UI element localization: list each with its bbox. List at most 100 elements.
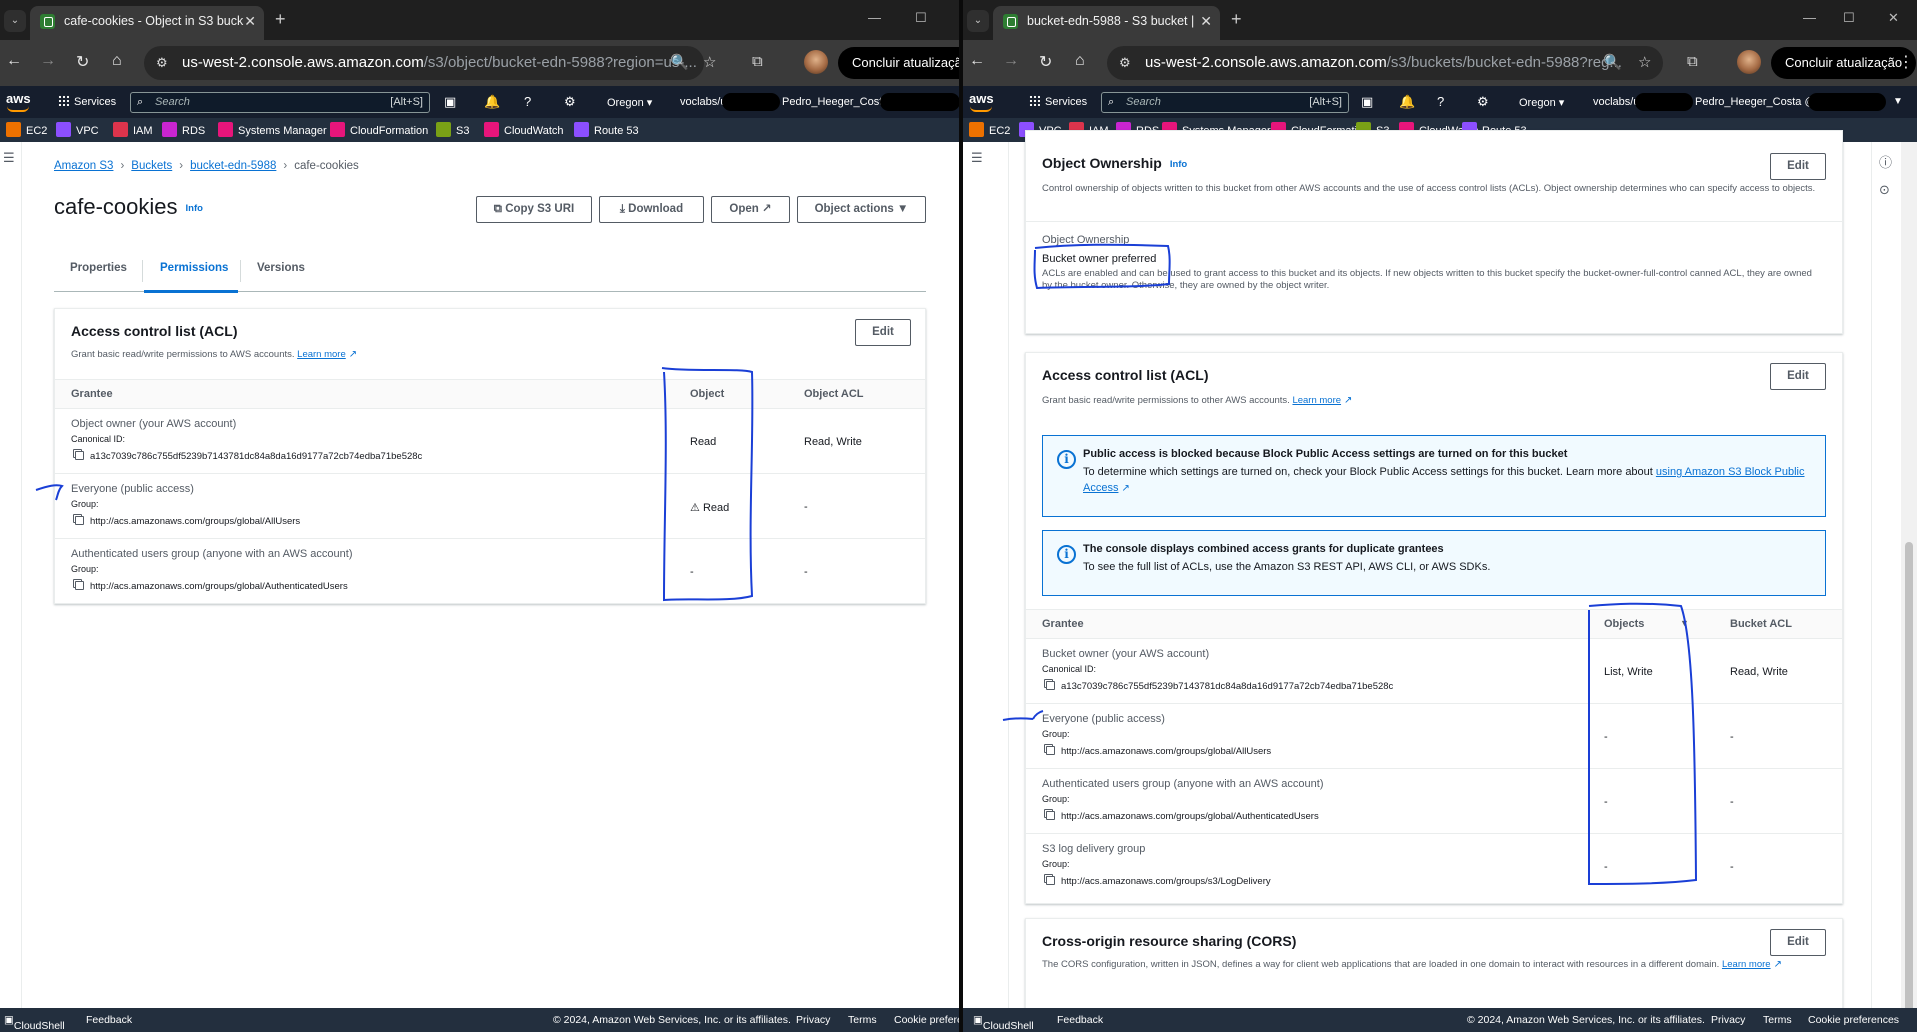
tab-properties[interactable]: Properties bbox=[70, 262, 127, 274]
terms-link[interactable]: Terms bbox=[1763, 1014, 1792, 1026]
notifications-bell-icon[interactable]: 🔔 bbox=[484, 94, 500, 110]
favorite-iam[interactable]: IAM bbox=[113, 122, 153, 137]
back-icon[interactable]: ← bbox=[969, 52, 985, 70]
copy-icon[interactable] bbox=[1046, 681, 1055, 690]
account-name[interactable]: Pedro_Heeger_Costa @ bbox=[1695, 96, 1816, 108]
update-button[interactable]: Concluir atualização bbox=[1771, 47, 1917, 79]
sort-caret-icon[interactable]: ▼ bbox=[1680, 618, 1689, 628]
extensions-icon[interactable]: ⧉ bbox=[752, 53, 763, 70]
grantee-group-value[interactable]: http://acs.amazonaws.com/groups/global/A… bbox=[1046, 746, 1271, 757]
copy-icon[interactable] bbox=[75, 581, 84, 590]
cookie-preferences-link[interactable]: Cookie preferer bbox=[894, 1014, 959, 1026]
services-menu[interactable]: Services bbox=[1029, 95, 1087, 108]
feedback-link[interactable]: Feedback bbox=[86, 1014, 132, 1026]
forward-icon[interactable]: → bbox=[40, 52, 56, 70]
close-icon[interactable]: ✕ bbox=[244, 6, 256, 36]
home-icon[interactable]: ⌂ bbox=[1075, 52, 1085, 70]
site-info-icon[interactable]: ⚙ bbox=[156, 46, 168, 80]
close-icon[interactable]: ✕ bbox=[1200, 6, 1212, 36]
scrollbar[interactable] bbox=[1901, 142, 1917, 1022]
download-button[interactable]: ⤓ Download bbox=[599, 196, 704, 223]
favorite-ec2[interactable]: EC2 bbox=[969, 122, 1010, 137]
search-input[interactable]: ⌕ Search [Alt+S] bbox=[130, 92, 430, 113]
acl-edit-button[interactable]: Edit bbox=[1770, 363, 1826, 390]
new-tab-icon[interactable]: + bbox=[275, 9, 286, 30]
help-icon[interactable]: ? bbox=[1437, 94, 1444, 109]
learn-more-link[interactable]: Learn more bbox=[1292, 395, 1341, 406]
favorite-rds[interactable]: RDS bbox=[162, 122, 205, 137]
url-field[interactable]: ⚙ us-west-2.console.aws.amazon.com/s3/ob… bbox=[144, 46, 704, 80]
maximize-icon[interactable]: ☐ bbox=[1843, 10, 1855, 26]
scrollbar-thumb[interactable] bbox=[1905, 542, 1913, 1022]
favorite-systems-manager[interactable]: Systems Manager bbox=[218, 122, 327, 137]
copy-icon[interactable] bbox=[1046, 876, 1055, 885]
settings-gear-icon[interactable]: ⚙ bbox=[564, 94, 576, 110]
caret-down-icon[interactable]: ▼ bbox=[1893, 96, 1903, 107]
breadcrumb-bucket[interactable]: bucket-edn-5988 bbox=[190, 160, 276, 172]
grantee-group-value[interactable]: http://acs.amazonaws.com/groups/global/A… bbox=[1046, 811, 1319, 822]
grantee-group-value[interactable]: http://acs.amazonaws.com/groups/global/A… bbox=[75, 516, 300, 527]
favorite-s3[interactable]: S3 bbox=[436, 122, 469, 137]
object-actions-button[interactable]: Object actions ▼ bbox=[797, 196, 926, 223]
region-selector[interactable]: Oregon ▾ bbox=[607, 96, 652, 109]
copy-s3-uri-button[interactable]: ⧉ Copy S3 URI bbox=[476, 196, 592, 223]
ownership-edit-button[interactable]: Edit bbox=[1770, 153, 1826, 180]
cloudshell-link[interactable]: ▣ CloudShell bbox=[4, 1014, 65, 1032]
favorite-cloudformation[interactable]: CloudFormation bbox=[330, 122, 428, 137]
info-panel-icon[interactable]: ⓘ bbox=[1879, 152, 1892, 171]
feedback-link[interactable]: Feedback bbox=[1057, 1014, 1103, 1026]
favorite-ec2[interactable]: EC2 bbox=[6, 122, 47, 137]
terms-link[interactable]: Terms bbox=[848, 1014, 877, 1026]
bookmark-star-icon[interactable]: ☆ bbox=[1638, 53, 1651, 71]
grantee-id-value[interactable]: a13c7039c786c755df5239b7143781dc84a8da16… bbox=[1046, 681, 1393, 692]
tab-versions[interactable]: Versions bbox=[257, 262, 305, 274]
profile-avatar[interactable] bbox=[804, 50, 828, 74]
menu-icon[interactable]: ☰ bbox=[3, 150, 15, 166]
cloudshell-icon[interactable]: ▣ bbox=[1361, 94, 1373, 110]
acl-edit-button[interactable]: Edit bbox=[855, 319, 911, 346]
grantee-group-value[interactable]: http://acs.amazonaws.com/groups/s3/LogDe… bbox=[1046, 876, 1271, 887]
copy-icon[interactable] bbox=[1046, 746, 1055, 755]
privacy-link[interactable]: Privacy bbox=[1711, 1014, 1745, 1026]
breadcrumb-amazon-s3[interactable]: Amazon S3 bbox=[54, 160, 113, 172]
learn-more-link[interactable]: Learn more bbox=[1722, 959, 1771, 970]
reload-icon[interactable]: ↻ bbox=[1039, 52, 1052, 72]
new-tab-icon[interactable]: + bbox=[1231, 9, 1242, 30]
search-input[interactable]: ⌕ Search [Alt+S] bbox=[1101, 92, 1349, 113]
tab-search-button[interactable]: ⌄ bbox=[4, 10, 26, 32]
cloudshell-icon[interactable]: ▣ bbox=[444, 94, 456, 110]
tab-permissions[interactable]: Permissions bbox=[160, 262, 228, 274]
breadcrumb-buckets[interactable]: Buckets bbox=[131, 160, 172, 172]
minimize-icon[interactable]: — bbox=[868, 10, 881, 25]
bookmark-star-icon[interactable]: ☆ bbox=[703, 53, 716, 71]
update-button[interactable]: Concluir atualização bbox=[838, 47, 959, 79]
open-button[interactable]: Open ↗ bbox=[711, 196, 790, 223]
copy-icon[interactable] bbox=[75, 451, 84, 460]
side-nav-toggle[interactable]: ☰ bbox=[0, 142, 22, 1008]
cloudshell-link[interactable]: ▣ CloudShell bbox=[973, 1014, 1034, 1032]
info-link[interactable]: Info bbox=[1170, 159, 1187, 170]
aws-logo[interactable]: aws bbox=[6, 91, 31, 112]
favorite-vpc[interactable]: VPC bbox=[56, 122, 99, 137]
favorite-cloudwatch[interactable]: CloudWatch bbox=[484, 122, 564, 137]
extensions-icon[interactable]: ⧉ bbox=[1687, 53, 1698, 70]
tab-search-button[interactable]: ⌄ bbox=[967, 10, 989, 32]
cors-edit-button[interactable]: Edit bbox=[1770, 929, 1826, 956]
minimize-icon[interactable]: — bbox=[1803, 10, 1816, 25]
browser-menu-icon[interactable]: ⋮ bbox=[1898, 52, 1914, 72]
region-selector[interactable]: Oregon ▾ bbox=[1519, 96, 1564, 109]
reload-icon[interactable]: ↻ bbox=[76, 52, 89, 72]
cookie-preferences-link[interactable]: Cookie preferences bbox=[1808, 1014, 1899, 1026]
close-window-icon[interactable]: ✕ bbox=[1888, 10, 1899, 26]
favorite-route-53[interactable]: Route 53 bbox=[574, 122, 639, 137]
copy-icon[interactable] bbox=[75, 516, 84, 525]
privacy-link[interactable]: Privacy bbox=[796, 1014, 830, 1026]
zoom-icon[interactable]: 🔍 bbox=[1603, 53, 1622, 71]
learn-more-link[interactable]: Learn more bbox=[297, 349, 346, 360]
zoom-icon[interactable]: 🔍 bbox=[670, 53, 689, 71]
help-icon[interactable]: ? bbox=[524, 94, 531, 109]
maximize-icon[interactable]: ☐ bbox=[915, 10, 927, 26]
settings-gear-icon[interactable]: ⚙ bbox=[1477, 94, 1489, 110]
profile-avatar[interactable] bbox=[1737, 50, 1761, 74]
home-icon[interactable]: ⌂ bbox=[112, 52, 122, 70]
